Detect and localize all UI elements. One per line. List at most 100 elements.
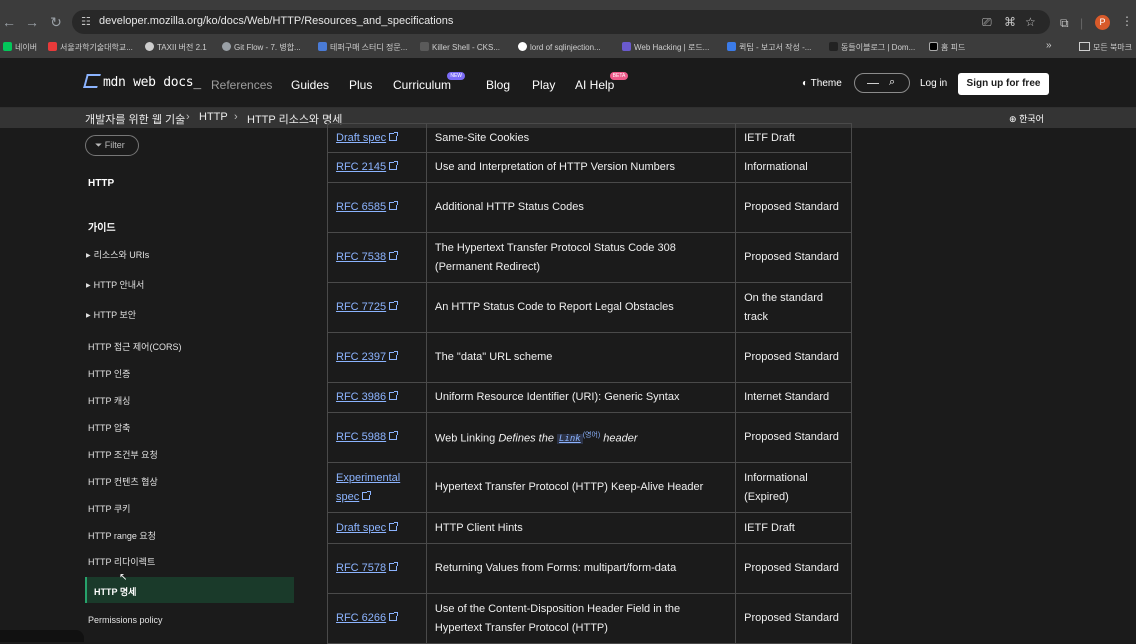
bookmark-item[interactable]: 동들이블로그 | Dom... <box>829 42 915 53</box>
sidebar-item-range[interactable]: HTTP range 요청 <box>88 529 156 542</box>
spec-status: Proposed Standard <box>735 593 852 644</box>
signup-button[interactable]: Sign up for free <box>958 73 1049 95</box>
theme-toggle[interactable]: ◐ Theme <box>802 78 842 89</box>
bookmark-item[interactable]: 서울과학기술대학교... <box>48 42 133 53</box>
spec-status: Informational <box>735 152 852 183</box>
new-badge: NEW <box>447 72 466 80</box>
browser-toolbar: ← → ↻ ☷ developer.mozilla.org/ko/docs/We… <box>0 0 1136 44</box>
bookmark-item[interactable]: 홈 피드 <box>929 42 965 53</box>
reload-icon[interactable]: ↻ <box>47 13 65 31</box>
address-bar[interactable]: ☷ developer.mozilla.org/ko/docs/Web/HTTP… <box>72 10 1050 34</box>
spec-title: Returning Values from Forms: multipart/f… <box>425 543 737 594</box>
nav-play[interactable]: Play <box>532 78 555 92</box>
spec-link[interactable]: Draft spec <box>336 522 386 534</box>
bottom-overlay <box>0 630 84 642</box>
nav-curriculum[interactable]: Curriculum NEW <box>393 72 466 92</box>
sidebar-section-title[interactable]: HTTP <box>88 178 114 189</box>
bookmark-item[interactable]: Killer Shell - CKS... <box>420 42 500 52</box>
bookmark-item[interactable]: lord of sqlinjection... <box>518 42 601 52</box>
url-text[interactable]: developer.mozilla.org/ko/docs/Web/HTTP/R… <box>99 15 453 27</box>
caret-right-icon: ▶ <box>86 283 91 289</box>
bookmark-star-icon[interactable]: ☆ <box>1025 15 1036 29</box>
login-link[interactable]: Log in <box>920 78 947 89</box>
breadcrumb-item[interactable]: HTTP <box>199 111 228 123</box>
english-note[interactable]: (영어) <box>583 432 601 439</box>
sidebar-item-redirect[interactable]: HTTP 리다이렉트 <box>88 555 155 568</box>
theme-icon: ◐ <box>802 78 809 89</box>
bookmark-item[interactable]: TAXII 버전 2.1 <box>145 42 207 53</box>
spec-link[interactable]: RFC 7578 <box>336 562 386 574</box>
spec-link[interactable]: RFC 7538 <box>336 251 386 263</box>
sidebar-item-caching[interactable]: HTTP 캐싱 <box>88 394 130 407</box>
more-bookmarks-icon[interactable]: » <box>1046 40 1052 51</box>
nav-guides[interactable]: Guides <box>291 78 329 92</box>
spec-link[interactable]: RFC 7725 <box>336 301 386 313</box>
sidebar-item-auth[interactable]: HTTP 인증 <box>88 367 130 380</box>
spec-status: On the standard track <box>735 282 852 333</box>
google-icon <box>518 42 527 51</box>
site-info-icon[interactable]: ☷ <box>81 15 91 28</box>
spec-link[interactable]: Draft spec <box>336 132 386 144</box>
extensions-icon[interactable]: ⧉ <box>1060 16 1069 31</box>
breadcrumb-item[interactable]: 개발자를 위한 웹 기술 <box>85 111 185 127</box>
sidebar-item-overview[interactable]: ▶ HTTP 안내서 <box>86 278 144 291</box>
table-row: RFC 6585 Additional HTTP Status Codes Pr… <box>327 182 852 233</box>
spec-title: Use of the Content-Disposition Header Fi… <box>425 593 737 644</box>
spec-link[interactable]: RFC 3986 <box>336 391 386 403</box>
folder-icon <box>1079 42 1090 51</box>
spec-link[interactable]: RFC 2145 <box>336 161 386 173</box>
spec-status: Proposed Standard <box>735 182 852 233</box>
bookmark-item[interactable]: 테퍼구매 스터디 정문... <box>318 42 407 53</box>
bookmark-item[interactable]: 네이버 <box>3 42 37 53</box>
spec-title: Web Linking Defines the Link (영어) header <box>425 412 737 463</box>
spec-status: Proposed Standard <box>735 332 852 383</box>
all-bookmarks[interactable]: 모든 북마크 <box>1079 42 1132 53</box>
bookmark-item[interactable]: 퀵팁 - 보고서 작성 -... <box>727 42 811 53</box>
search-input[interactable]: ⌕ <box>854 73 910 93</box>
profile-avatar[interactable]: P <box>1095 15 1110 30</box>
sidebar-item-compression[interactable]: HTTP 압축 <box>88 421 130 434</box>
nav-plus[interactable]: Plus <box>349 78 372 92</box>
filter-icon: ⏷ <box>95 140 103 150</box>
nav-blog[interactable]: Blog <box>486 78 510 92</box>
spec-link[interactable]: RFC 6585 <box>336 201 386 213</box>
forward-icon[interactable]: → <box>23 13 41 31</box>
nav-references[interactable]: References <box>211 78 272 92</box>
translate-icon[interactable]: ⌘ <box>1004 15 1016 29</box>
sidebar-item-negotiation[interactable]: HTTP 컨텐츠 협상 <box>88 475 158 488</box>
table-row: RFC 5988 Web Linking Defines the Link (영어… <box>327 412 852 463</box>
mouse-cursor-icon: ↖ <box>119 572 128 583</box>
sidebar-item-specs[interactable]: HTTP 명세 <box>85 577 294 603</box>
sidebar-item-cookies[interactable]: HTTP 쿠키 <box>88 502 130 515</box>
mdn-logo[interactable]: mdn web docs_ <box>83 73 201 90</box>
spec-link[interactable]: RFC 6266 <box>336 612 386 624</box>
spec-link[interactable]: RFC 5988 <box>336 431 386 443</box>
filter-button[interactable]: ⏷ Filter <box>85 135 139 156</box>
table-row: Experimental spec Hypertext Transfer Pro… <box>327 462 852 513</box>
external-link-icon <box>389 201 399 210</box>
menu-icon[interactable]: ⋮ <box>1121 14 1133 28</box>
spec-title: The "data" URL scheme <box>425 332 737 383</box>
bookmark-item[interactable]: Git Flow - 7. 병합... <box>222 42 301 53</box>
feed-icon <box>929 42 938 51</box>
spec-title: Additional HTTP Status Codes <box>425 182 737 233</box>
sidebar-item-conditional[interactable]: HTTP 조건부 요청 <box>88 448 158 461</box>
nav-ai-help[interactable]: AI Help BETA <box>575 72 629 92</box>
external-link-icon <box>389 431 399 440</box>
external-link-icon <box>362 490 372 500</box>
spec-link[interactable]: RFC 2397 <box>336 351 386 363</box>
back-icon[interactable]: ← <box>0 13 18 31</box>
sidebar-item-security[interactable]: ▶ HTTP 보안 <box>86 308 136 321</box>
mdn-m-icon <box>83 74 101 88</box>
install-app-icon[interactable]: ⎚ <box>982 15 992 30</box>
sidebar-item-permissions[interactable]: Permissions policy <box>88 615 163 625</box>
sidebar-item-resources[interactable]: ▶ 리소스와 URIs <box>86 248 149 261</box>
link-header-code[interactable]: Link <box>557 434 583 445</box>
spec-status: Proposed Standard <box>735 543 852 594</box>
bookmark-item[interactable]: Web Hacking | 로드... <box>622 42 709 53</box>
language-switcher[interactable]: ⊕ 한국어 <box>1009 112 1044 125</box>
search-icon[interactable]: ⌕ <box>889 76 895 89</box>
sidebar-item-cors[interactable]: HTTP 접근 제어(CORS) <box>88 340 181 353</box>
external-link-icon <box>389 562 399 571</box>
spec-title: Uniform Resource Identifier (URI): Gener… <box>425 382 737 413</box>
